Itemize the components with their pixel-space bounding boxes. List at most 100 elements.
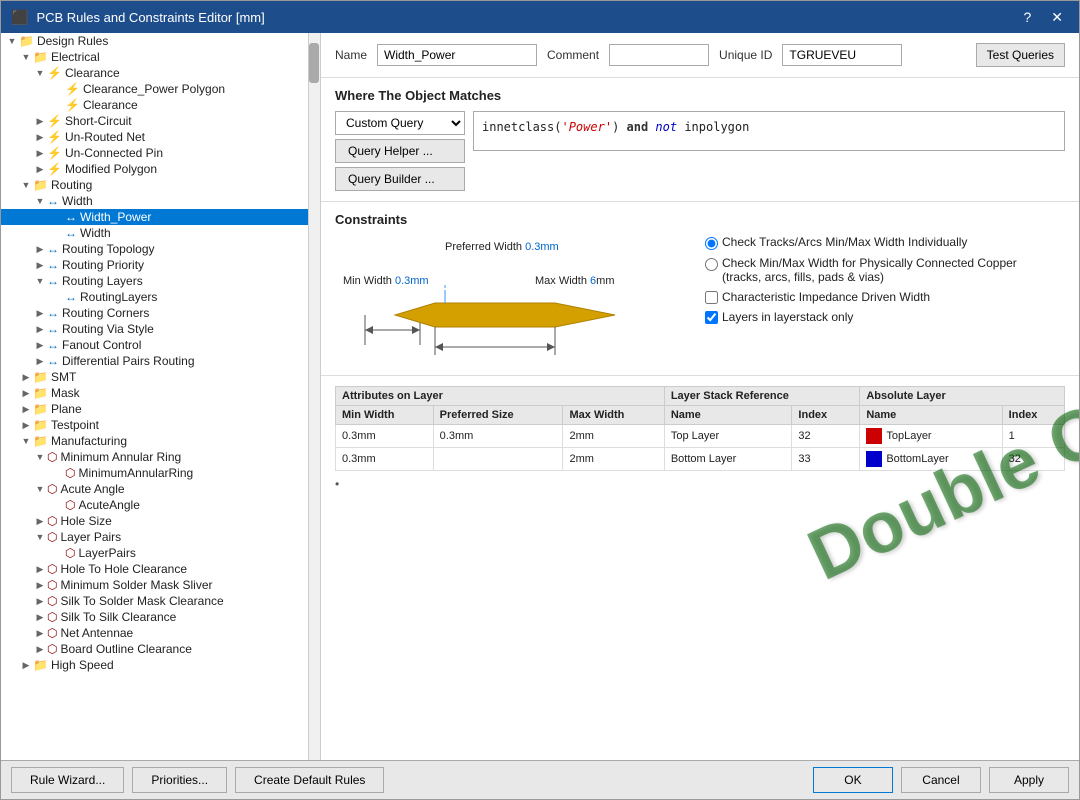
options-column: Check Tracks/Arcs Min/Max Width Individu… (695, 235, 1017, 324)
tree-item-min-annular-child[interactable]: ⬡ MinimumAnnularRing (1, 465, 308, 481)
apply-button[interactable]: Apply (989, 767, 1069, 793)
expand-icon: ▼ (33, 276, 47, 286)
tree-item-routing-topology[interactable]: ▶ ↔ Routing Topology (1, 241, 308, 257)
tree-item-board-outline[interactable]: ▶ ⬡ Board Outline Clearance (1, 641, 308, 657)
radio-physically-connected[interactable] (705, 258, 718, 271)
create-default-rules-button[interactable]: Create Default Rules (235, 767, 384, 793)
tree-item-acute-angle-child[interactable]: ⬡ AcuteAngle (1, 497, 308, 513)
expand-icon: ▶ (33, 244, 47, 255)
expand-icon: ▶ (33, 340, 47, 351)
tree-item-width-power[interactable]: ↔ Width_Power (1, 209, 308, 225)
tree-item-manufacturing[interactable]: ▼ 📁 Manufacturing (1, 433, 308, 449)
checkbox-layers-label: Layers in layerstack only (722, 310, 853, 324)
tree-item-routing[interactable]: ▼ 📁 Routing (1, 177, 308, 193)
table-row[interactable]: 0.3mm 0.3mm 2mm Top Layer 32 TopLayer 1 (336, 425, 1065, 448)
cancel-button[interactable]: Cancel (901, 767, 981, 793)
tree-item-clearance[interactable]: ⚡ Clearance (1, 97, 308, 113)
cell-max-width: 2mm (563, 425, 664, 448)
comment-input[interactable] (609, 44, 709, 66)
tree-item-width-group[interactable]: ▼ ↔ Width (1, 193, 308, 209)
radio-tracks-arcs[interactable] (705, 237, 718, 250)
tree-item-unrouted-net[interactable]: ▶ ⚡ Un-Routed Net (1, 129, 308, 145)
tree-item-silk-silk[interactable]: ▶ ⬡ Silk To Silk Clearance (1, 609, 308, 625)
tree-item-diff-pairs[interactable]: ▶ ↔ Differential Pairs Routing (1, 353, 308, 369)
rule-icon: ↔ (47, 258, 59, 272)
priorities-button[interactable]: Priorities... (132, 767, 227, 793)
name-label: Name (335, 48, 367, 62)
tree-inner[interactable]: ▼ 📁 Design Rules ▼ 📁 Electrical ▼ ⚡ (1, 33, 308, 760)
tree-label: Routing Corners (62, 306, 149, 320)
tree-label: Silk To Silk Clearance (60, 610, 176, 624)
query-editor[interactable]: innetclass('Power') and not inpolygon (473, 111, 1065, 151)
tree-item-routing-corners[interactable]: ▶ ↔ Routing Corners (1, 305, 308, 321)
tree-item-routing-priority[interactable]: ▶ ↔ Routing Priority (1, 257, 308, 273)
tree-item-modified-polygon[interactable]: ▶ ⚡ Modified Polygon (1, 161, 308, 177)
folder-icon: 📁 (19, 34, 34, 48)
tree-item-testpoint[interactable]: ▶ 📁 Testpoint (1, 417, 308, 433)
col-header-min-width: Min Width (336, 406, 434, 425)
tree-label: Short-Circuit (65, 114, 132, 128)
tree-item-clearance-power[interactable]: ⚡ Clearance_Power Polygon (1, 81, 308, 97)
col-header-max-width: Max Width (563, 406, 664, 425)
expand-icon: ▶ (33, 628, 47, 639)
name-input[interactable] (377, 44, 537, 66)
query-innetclass: innetclass( (482, 120, 561, 134)
tree-item-fanout-control[interactable]: ▶ ↔ Fanout Control (1, 337, 308, 353)
tree-item-clearance-group[interactable]: ▼ ⚡ Clearance (1, 65, 308, 81)
tree-item-layer-pairs[interactable]: ▼ ⬡ Layer Pairs (1, 529, 308, 545)
tree-label: High Speed (51, 658, 114, 672)
tree-item-plane[interactable]: ▶ 📁 Plane (1, 401, 308, 417)
table-row[interactable]: 0.3mm 2mm Bottom Layer 33 BottomLayer 32 (336, 448, 1065, 471)
rule-icon: ↔ (65, 226, 77, 240)
help-button[interactable]: ? (1017, 7, 1037, 28)
tree-item-routing-layers[interactable]: ▼ ↔ Routing Layers (1, 273, 308, 289)
tree-item-min-annular[interactable]: ▼ ⬡ Minimum Annular Ring (1, 449, 308, 465)
query-controls: Custom Query Net Net Class Layer All Que… (335, 111, 465, 191)
col-group-stack: Layer Stack Reference (664, 387, 860, 406)
tree-item-unconnected-pin[interactable]: ▶ ⚡ Un-Connected Pin (1, 145, 308, 161)
tree-item-width[interactable]: ↔ Width (1, 225, 308, 241)
tree-label: Width_Power (80, 210, 151, 224)
ok-button[interactable]: OK (813, 767, 893, 793)
tree-item-smt[interactable]: ▶ 📁 SMT (1, 369, 308, 385)
tree-scroll-area: ▼ 📁 Design Rules ▼ 📁 Electrical ▼ ⚡ (1, 33, 320, 760)
tree-item-min-solder-mask[interactable]: ▶ ⬡ Minimum Solder Mask Sliver (1, 577, 308, 593)
tree-item-high-speed[interactable]: ▶ 📁 High Speed (1, 657, 308, 673)
query-type-dropdown[interactable]: Custom Query Net Net Class Layer All (335, 111, 465, 135)
tree-item-routing-layers-child[interactable]: ↔ RoutingLayers (1, 289, 308, 305)
rule-icon: ⬡ (47, 594, 57, 608)
tree-scrollbar[interactable] (308, 33, 320, 760)
tree-item-routing-via-style[interactable]: ▶ ↔ Routing Via Style (1, 321, 308, 337)
tree-label: AcuteAngle (78, 498, 139, 512)
tree-scrollbar-thumb[interactable] (309, 43, 319, 83)
rule-icon: ⬡ (65, 498, 75, 512)
tree-item-layer-pairs-child[interactable]: ⬡ LayerPairs (1, 545, 308, 561)
close-button[interactable]: ✕ (1045, 7, 1069, 28)
tree-label: Clearance (83, 98, 138, 112)
tree-label: Hole Size (60, 514, 111, 528)
query-builder-button[interactable]: Query Builder ... (335, 167, 465, 191)
tree-item-design-rules[interactable]: ▼ 📁 Design Rules (1, 33, 308, 49)
expand-icon: ▶ (19, 660, 33, 671)
expand-icon: ▶ (19, 372, 33, 383)
checkbox-layers-input[interactable] (705, 311, 718, 324)
tree-item-mask[interactable]: ▶ 📁 Mask (1, 385, 308, 401)
tree-item-hole-to-hole[interactable]: ▶ ⬡ Hole To Hole Clearance (1, 561, 308, 577)
tree-item-electrical[interactable]: ▼ 📁 Electrical (1, 49, 308, 65)
tree-item-acute-angle[interactable]: ▼ ⬡ Acute Angle (1, 481, 308, 497)
rule-wizard-button[interactable]: Rule Wizard... (11, 767, 124, 793)
tree-label: Silk To Solder Mask Clearance (60, 594, 223, 608)
query-helper-button[interactable]: Query Helper ... (335, 139, 465, 163)
tree-item-hole-size[interactable]: ▶ ⬡ Hole Size (1, 513, 308, 529)
tree-item-silk-solder[interactable]: ▶ ⬡ Silk To Solder Mask Clearance (1, 593, 308, 609)
test-queries-button[interactable]: Test Queries (976, 43, 1065, 67)
expand-icon: ▶ (33, 308, 47, 319)
col-group-attr: Attributes on Layer (336, 387, 665, 406)
tree-label: Layer Pairs (60, 530, 121, 544)
tree-item-net-antennae[interactable]: ▶ ⬡ Net Antennae (1, 625, 308, 641)
tree-item-short-circuit[interactable]: ▶ ⚡ Short-Circuit (1, 113, 308, 129)
track-diagram-svg (335, 235, 675, 365)
checkbox-impedance-input[interactable] (705, 291, 718, 304)
uid-input[interactable] (782, 44, 902, 66)
expand-icon: ▶ (33, 260, 47, 271)
